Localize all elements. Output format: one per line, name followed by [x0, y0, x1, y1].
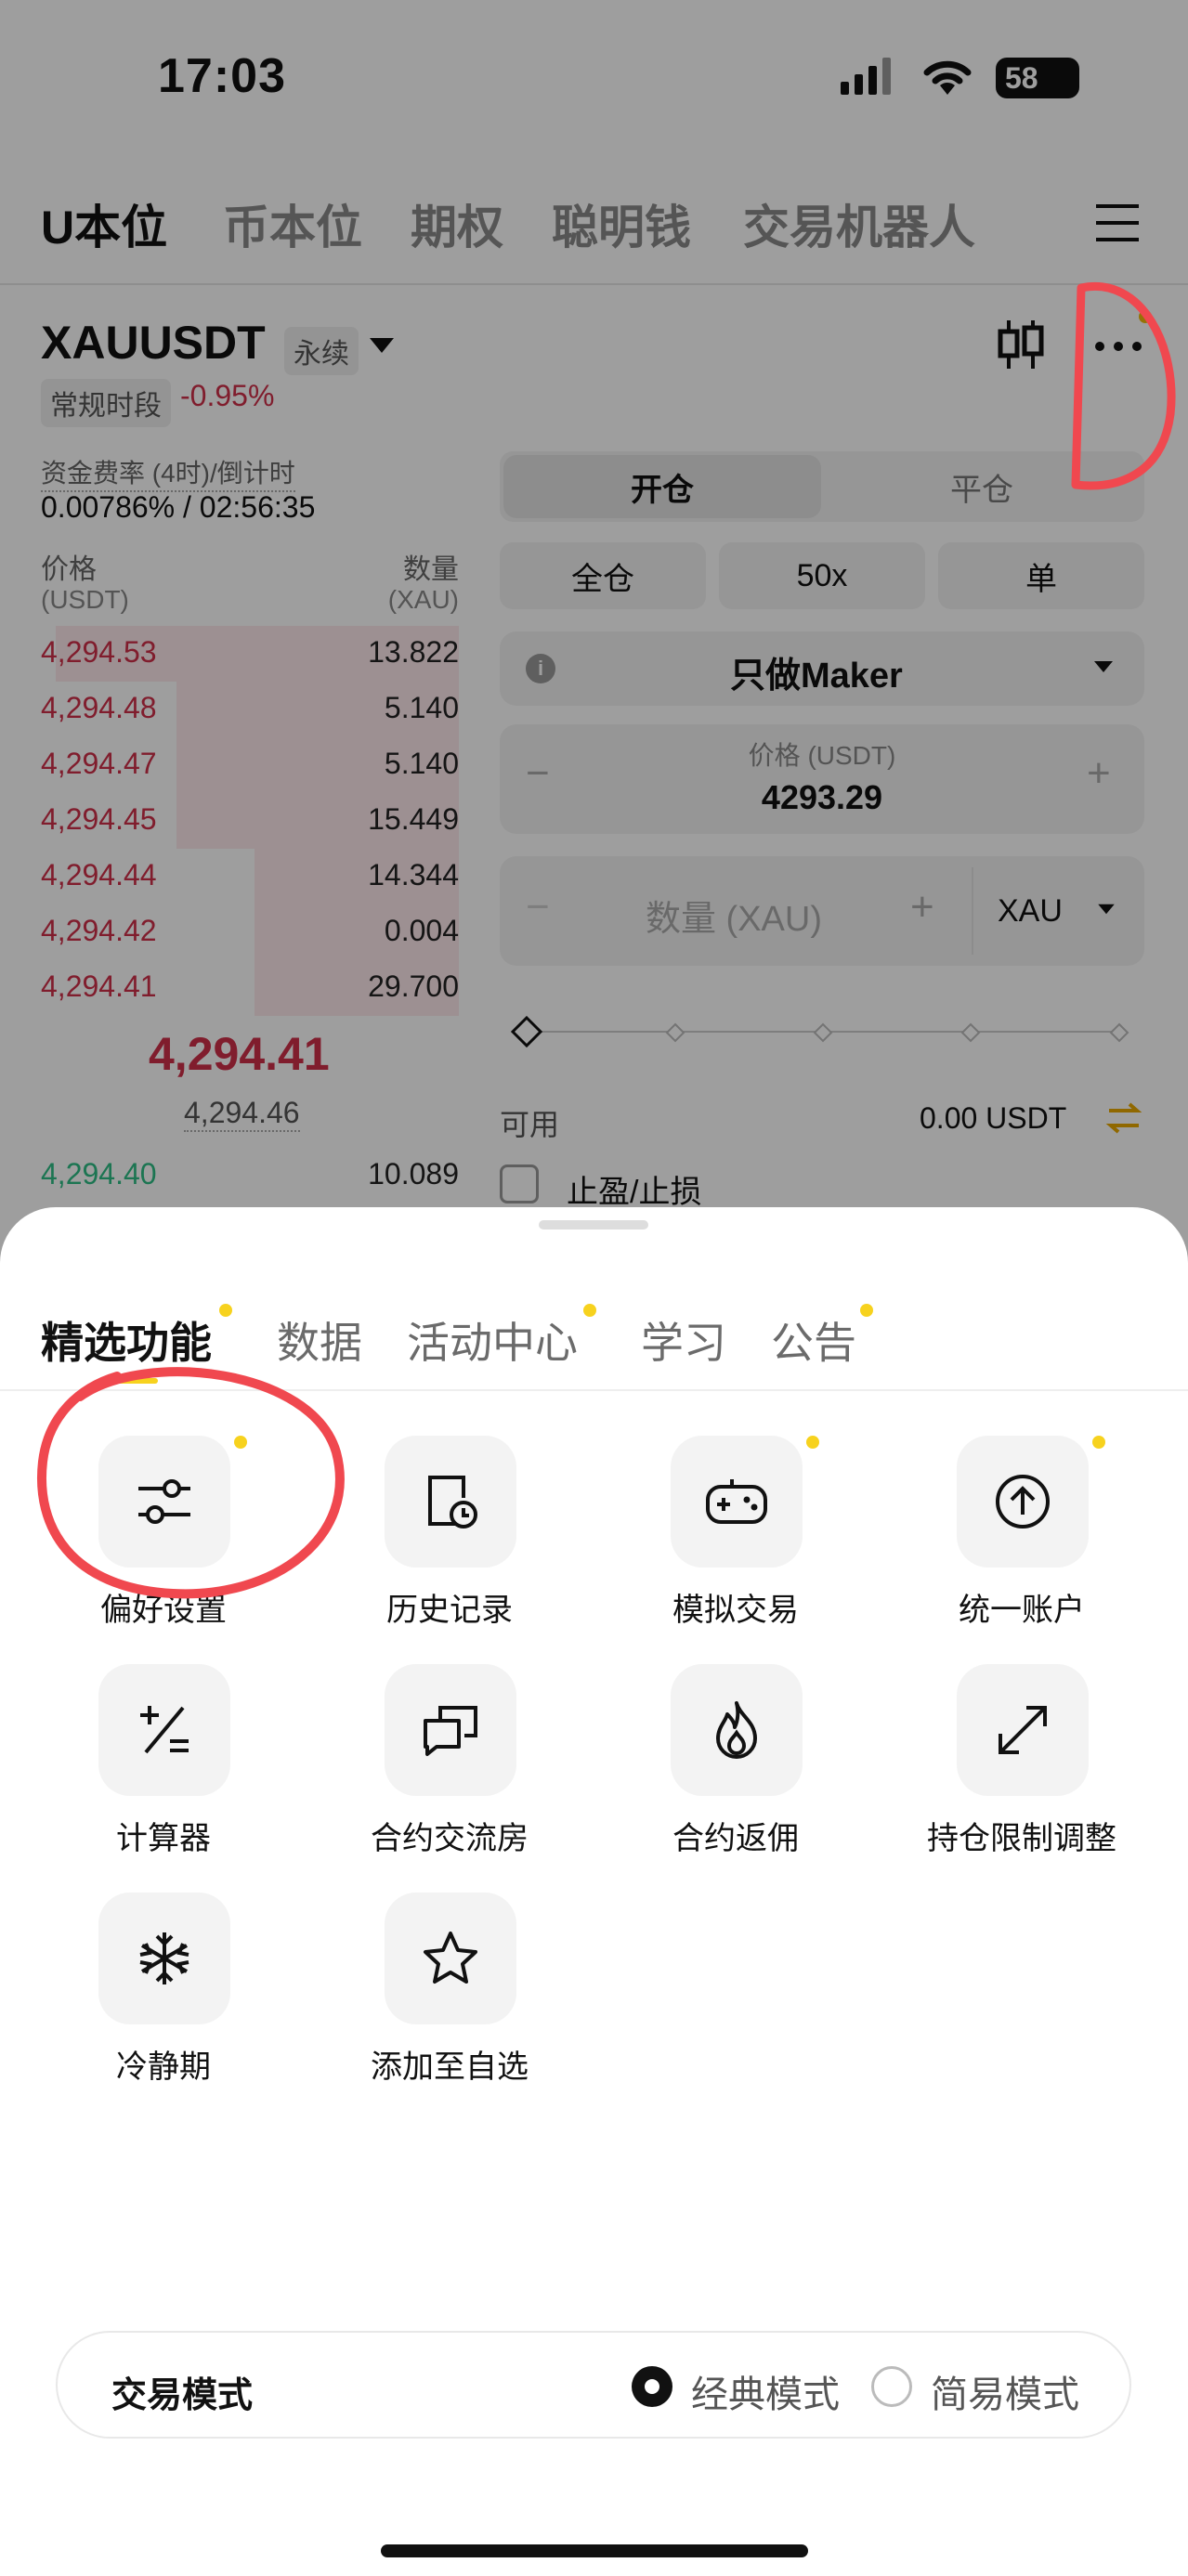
radio-simple[interactable] — [871, 2366, 912, 2407]
calculator-icon — [98, 1664, 230, 1796]
feature-cooling-off[interactable]: 冷静期 — [24, 1893, 303, 2115]
feature-label: 模拟交易 — [672, 1593, 799, 1628]
feature-label: 合约返佣 — [672, 1821, 799, 1856]
mode-simple-label[interactable]: 简易模式 — [931, 2364, 1079, 2418]
feature-label: 冷静期 — [116, 2049, 211, 2085]
screen: 17:03 58 U本位 币本位 期权 聪明钱 交易机器人 XAUUSDT 永续… — [0, 0, 1188, 2576]
star-icon — [385, 1893, 516, 2024]
tab-activity-center[interactable]: 活动中心 — [407, 1309, 578, 1371]
trading-mode-label: 交易模式 — [111, 2376, 254, 2415]
feature-sheet: 精选功能 数据 活动中心 学习 公告 偏好设置 历史记录 模拟交易 统一账户 计… — [0, 1207, 1188, 2576]
tab-dot — [219, 1304, 232, 1317]
radio-classic[interactable] — [632, 2366, 672, 2407]
feature-label: 合约交流房 — [371, 1821, 529, 1856]
feature-position-limit[interactable]: 持仓限制调整 — [882, 1664, 1161, 1887]
feature-add-watchlist[interactable]: 添加至自选 — [310, 1893, 589, 2115]
feature-label: 统一账户 — [959, 1593, 1085, 1628]
feature-label: 添加至自选 — [371, 2049, 529, 2085]
feature-label: 持仓限制调整 — [927, 1821, 1116, 1856]
tab-dot — [583, 1304, 596, 1317]
annotation-circle — [33, 1360, 349, 1606]
annotation-mark — [1059, 275, 1180, 502]
tab-announcements[interactable]: 公告 — [771, 1309, 856, 1371]
feature-label: 计算器 — [116, 1821, 211, 1856]
mode-classic-label[interactable]: 经典模式 — [691, 2364, 840, 2418]
feature-dot — [1092, 1436, 1105, 1449]
gamepad-icon — [671, 1436, 803, 1568]
tab-dot — [860, 1304, 873, 1317]
arrow-up-circle-icon — [957, 1436, 1089, 1568]
feature-dot — [806, 1436, 819, 1449]
feature-contract-chatroom[interactable]: 合约交流房 — [310, 1664, 589, 1887]
feature-unified-account[interactable]: 统一账户 — [882, 1436, 1161, 1659]
flame-icon — [671, 1664, 803, 1796]
feature-label: 历史记录 — [386, 1593, 513, 1628]
feature-contract-rebate[interactable]: 合约返佣 — [596, 1664, 875, 1887]
tab-learn[interactable]: 学习 — [641, 1309, 726, 1371]
expand-icon — [957, 1664, 1089, 1796]
home-indicator[interactable] — [381, 2544, 808, 2557]
feature-demo-trading[interactable]: 模拟交易 — [596, 1436, 875, 1659]
snowflake-icon — [98, 1893, 230, 2024]
history-icon — [385, 1436, 516, 1568]
feature-calculator[interactable]: 计算器 — [24, 1664, 303, 1887]
drag-handle[interactable] — [539, 1220, 648, 1229]
chat-icon — [385, 1664, 516, 1796]
feature-history[interactable]: 历史记录 — [310, 1436, 589, 1659]
